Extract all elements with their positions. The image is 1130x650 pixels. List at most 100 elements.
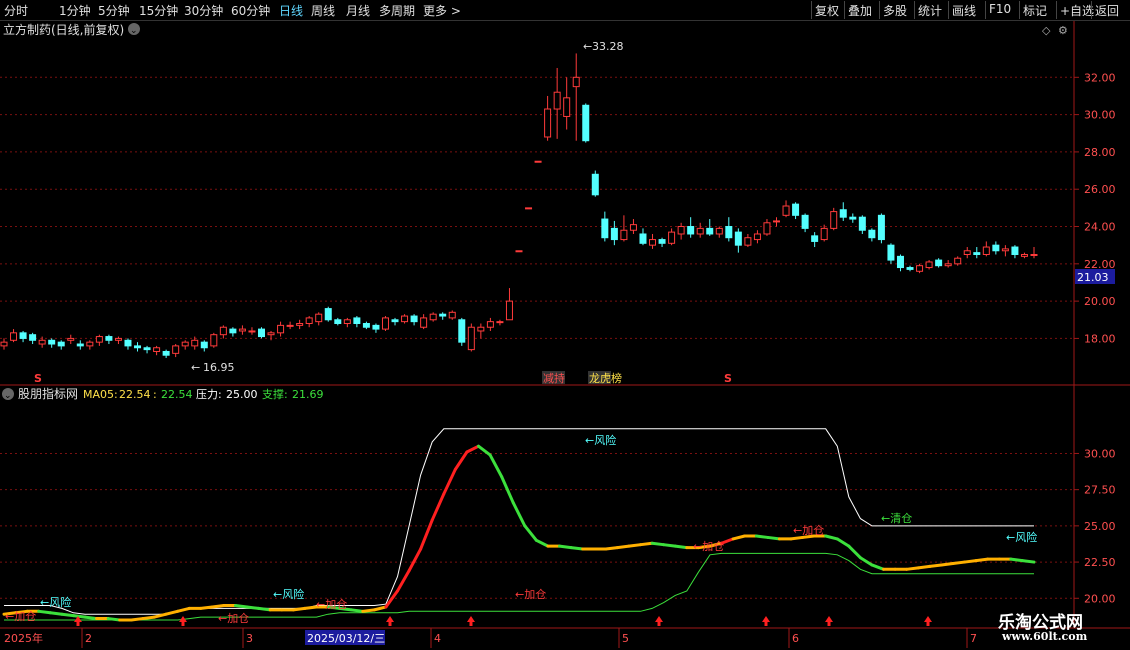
- candle-body-down[interactable]: [200, 341, 208, 349]
- candle-body-down[interactable]: [801, 214, 809, 229]
- candle-body-up[interactable]: [744, 237, 752, 246]
- candle-body-up[interactable]: [715, 227, 723, 235]
- candle-body-up[interactable]: [1030, 253, 1038, 256]
- candle-body-up[interactable]: [753, 233, 761, 241]
- event-marker-s-2[interactable]: S: [724, 372, 732, 385]
- candle-body-down[interactable]: [582, 104, 590, 142]
- candle-body-down[interactable]: [725, 226, 733, 239]
- candle-body-up[interactable]: [563, 97, 571, 117]
- candle-body-up[interactable]: [467, 326, 475, 351]
- candle-body-up[interactable]: [544, 108, 552, 138]
- candle-body-up[interactable]: [95, 336, 103, 343]
- candle-body-down[interactable]: [19, 332, 27, 339]
- candle-body-down[interactable]: [610, 227, 618, 241]
- candle-body-up[interactable]: [1001, 248, 1009, 252]
- candle-body-down[interactable]: [324, 308, 332, 321]
- candle-body-down[interactable]: [410, 315, 418, 323]
- candle-body-down[interactable]: [906, 267, 914, 270]
- candle-body-up[interactable]: [172, 345, 180, 354]
- candle-body-down[interactable]: [973, 252, 981, 255]
- candle-body-up[interactable]: [343, 319, 351, 325]
- candle-body-down[interactable]: [124, 339, 132, 347]
- candle-body-up[interactable]: [1020, 253, 1028, 257]
- candle-body-down[interactable]: [48, 339, 56, 345]
- candle-body-up[interactable]: [505, 300, 513, 321]
- candle-body-up[interactable]: [38, 339, 46, 345]
- event-marker-reduce[interactable]: 减持: [543, 371, 565, 385]
- candle-body-down[interactable]: [372, 324, 380, 330]
- candle-body-up[interactable]: [620, 229, 628, 241]
- candle-body-up[interactable]: [696, 227, 704, 235]
- candle-body-up[interactable]: [286, 324, 294, 327]
- candle-body-down[interactable]: [992, 244, 1000, 252]
- candle-body-up[interactable]: [782, 205, 790, 216]
- candle-body-down[interactable]: [1011, 246, 1019, 255]
- candle-body-up[interactable]: [381, 317, 389, 330]
- candle-body-up[interactable]: [267, 332, 275, 336]
- candle-body-up[interactable]: [420, 317, 428, 328]
- settings-gear-icon[interactable]: ⚙: [1058, 24, 1068, 37]
- kline-chart[interactable]: 18.00 20.00 22.00 24.00 26.00 28.00 30.00 32.00…: [0, 0, 1130, 650]
- candle-body-up[interactable]: [668, 231, 676, 244]
- candle-body-up[interactable]: [763, 222, 771, 235]
- candle-body-up[interactable]: [219, 326, 227, 336]
- candle-body-down[interactable]: [439, 313, 447, 317]
- candle-body-down[interactable]: [658, 239, 666, 244]
- candle-body-up[interactable]: [954, 257, 962, 265]
- candle-body-down[interactable]: [353, 317, 361, 325]
- candle-body-down[interactable]: [706, 227, 714, 235]
- candle-body-down[interactable]: [258, 328, 265, 338]
- candle-body-up[interactable]: [296, 323, 304, 326]
- candle-body-down[interactable]: [868, 229, 876, 239]
- candle-body-down[interactable]: [877, 214, 885, 241]
- candle-body-down[interactable]: [105, 336, 113, 341]
- candle-body-up[interactable]: [773, 220, 780, 223]
- candle-body-down[interactable]: [887, 244, 895, 261]
- candle-body-up[interactable]: [515, 250, 523, 253]
- candle-body-up[interactable]: [181, 341, 189, 347]
- candle-body-down[interactable]: [849, 216, 857, 220]
- candle-body-down[interactable]: [639, 233, 647, 244]
- candle-body-up[interactable]: [553, 91, 561, 110]
- candle-body-up[interactable]: [496, 321, 504, 324]
- candle-body-up[interactable]: [191, 339, 199, 347]
- candle-body-up[interactable]: [429, 313, 437, 321]
- candle-body-up[interactable]: [477, 326, 485, 332]
- candle-body-up[interactable]: [677, 226, 685, 235]
- candle-body-up[interactable]: [277, 324, 285, 334]
- candle-body-down[interactable]: [29, 334, 37, 341]
- candle-body-down[interactable]: [57, 341, 65, 347]
- candle-body-down[interactable]: [591, 173, 599, 196]
- candle-body-up[interactable]: [10, 332, 18, 341]
- candle-body-down[interactable]: [143, 347, 151, 351]
- candle-body-up[interactable]: [248, 330, 256, 333]
- event-marker-dragon-tiger[interactable]: 龙虎榜: [589, 371, 622, 385]
- candle-body-up[interactable]: [820, 227, 828, 241]
- candle-body-down[interactable]: [858, 216, 866, 231]
- event-marker-s[interactable]: S: [34, 372, 42, 385]
- candle-body-down[interactable]: [362, 323, 370, 328]
- candle-body-down[interactable]: [687, 226, 695, 235]
- candle-body-up[interactable]: [210, 334, 218, 347]
- candle-body-up[interactable]: [305, 317, 313, 325]
- candle-body-up[interactable]: [830, 211, 838, 229]
- candle-body-up[interactable]: [629, 224, 637, 231]
- candle-body-down[interactable]: [792, 203, 800, 216]
- candle-body-up[interactable]: [153, 347, 161, 352]
- candle-body-down[interactable]: [334, 319, 342, 325]
- candle-body-up[interactable]: [982, 246, 990, 255]
- candle-body-down[interactable]: [935, 259, 943, 267]
- candle-body-up[interactable]: [649, 239, 657, 246]
- candle-body-up[interactable]: [448, 311, 456, 319]
- candle-body-down[interactable]: [811, 235, 819, 242]
- candle-body-down[interactable]: [134, 345, 142, 349]
- candle-body-up[interactable]: [114, 337, 122, 341]
- candle-body-down[interactable]: [601, 218, 609, 239]
- candle-body-down[interactable]: [391, 319, 399, 323]
- candle-body-up[interactable]: [401, 315, 409, 323]
- candle-body-down[interactable]: [839, 209, 847, 218]
- candle-body-up[interactable]: [525, 207, 533, 210]
- candle-body-up[interactable]: [238, 328, 246, 332]
- candle-body-down[interactable]: [734, 231, 742, 246]
- candle-body-down[interactable]: [76, 343, 84, 347]
